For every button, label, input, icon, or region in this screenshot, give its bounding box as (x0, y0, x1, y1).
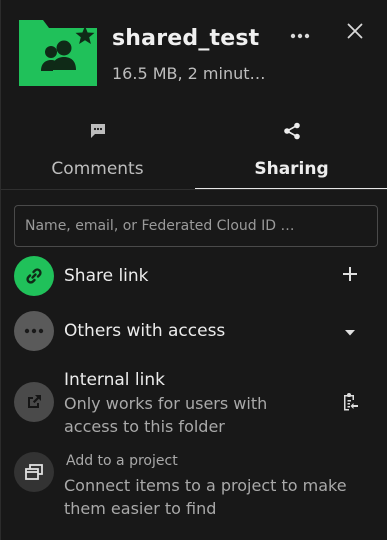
share-link-label: Share link (64, 266, 149, 286)
more-horizontal-icon (14, 311, 54, 351)
file-subtitle: 16.5 MB, 2 minut… (112, 64, 266, 83)
plus-icon (342, 266, 358, 286)
comment-icon (1, 122, 194, 140)
sidebar-header: shared_test 16.5 MB, 2 minut… (1, 0, 387, 105)
tab-sharing[interactable]: Sharing (195, 110, 387, 190)
others-with-access-row[interactable]: Others with access (1, 311, 387, 353)
internal-link-description: Only works for users with access to this… (64, 394, 268, 436)
more-options-button[interactable] (283, 20, 317, 46)
project-row: Add to a project Connect items to a proj… (1, 452, 387, 522)
add-to-project-button[interactable]: Add to a project (66, 453, 178, 469)
internal-link-label: Internal link (64, 370, 165, 390)
external-link-icon (14, 382, 54, 422)
tab-sharing-label: Sharing (254, 159, 329, 179)
more-horizontal-icon (290, 24, 310, 43)
share-link-row: Share link (1, 256, 387, 298)
sidebar-tabs: Comments Sharing (1, 110, 387, 190)
caret-down-icon (344, 322, 356, 341)
others-with-access-label: Others with access (64, 321, 226, 341)
expand-others-button[interactable] (334, 315, 366, 347)
copy-internal-link-button[interactable] (334, 388, 366, 420)
share-icon (195, 122, 387, 140)
shared-folder-icon (19, 20, 97, 86)
projects-icon (14, 452, 54, 492)
tab-comments-label: Comments (51, 159, 144, 179)
internal-link-row: Internal link Only works for users with … (1, 368, 387, 438)
share-search-input[interactable] (14, 205, 378, 247)
link-icon (14, 256, 54, 296)
close-button[interactable] (339, 17, 371, 49)
tabs-divider (1, 189, 387, 190)
close-icon (347, 23, 363, 43)
tab-comments[interactable]: Comments (1, 110, 194, 190)
project-description: Connect items to a project to make them … (64, 476, 347, 518)
file-title: shared_test (112, 26, 260, 51)
add-share-link-button[interactable] (334, 260, 366, 292)
clipboard-icon (340, 392, 360, 416)
sidebar-panel: shared_test 16.5 MB, 2 minut… Comments S… (0, 0, 387, 540)
